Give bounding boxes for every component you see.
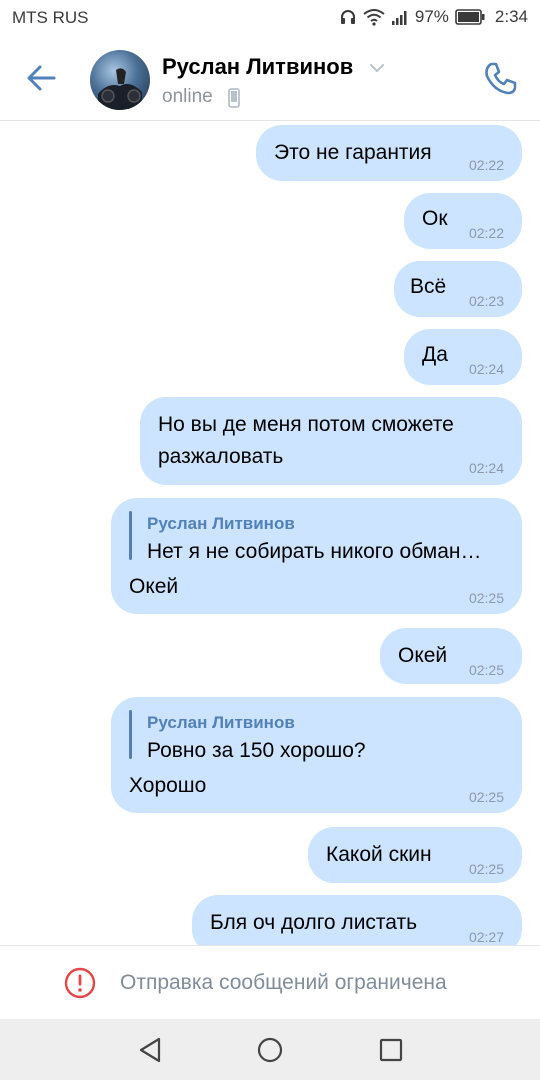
- contact-status: online: [162, 86, 213, 107]
- reply-quote-text: Нет я не собирать никого обман…: [147, 540, 482, 563]
- contact-name[interactable]: Руслан Литвинов: [162, 54, 353, 80]
- message-bubble[interactable]: Да 02:24: [404, 329, 522, 385]
- wifi-icon: [363, 9, 385, 26]
- call-button[interactable]: [480, 58, 520, 98]
- nav-recents-icon: [379, 1038, 403, 1062]
- battery-percent: 97%: [414, 7, 449, 26]
- message-bubble[interactable]: Но вы де меня потом сможете разжаловать …: [140, 397, 522, 485]
- message-text: Это не гарантия: [274, 141, 432, 164]
- nav-back-button[interactable]: [136, 1035, 166, 1065]
- reply-message-bubble[interactable]: Руслан Литвинов Нет я не собирать никого…: [111, 498, 522, 614]
- headset-icon: [340, 10, 355, 24]
- status-bar: MTS RUS 97% 2:34: [0, 0, 540, 36]
- back-button[interactable]: [22, 58, 62, 98]
- message-text-line-2: разжаловать: [158, 445, 284, 468]
- messaging-restricted-bar: Отправка сообщений ограничена: [0, 945, 540, 1020]
- signal-icon: [391, 11, 407, 25]
- reply-author: Руслан Литвинов: [147, 514, 295, 533]
- clock: 2:34: [494, 7, 528, 26]
- message-time: 02:22: [468, 225, 504, 241]
- message-text: Хорошо: [129, 774, 207, 797]
- message-text: Бля оч долго листать: [210, 911, 418, 934]
- message-bubble[interactable]: Это не гарантия 02:22: [256, 125, 522, 181]
- nav-recents-button[interactable]: [376, 1035, 406, 1065]
- message-time: 02:25: [468, 662, 504, 678]
- message-text: Окей: [129, 575, 179, 598]
- message-text: Ок: [422, 207, 448, 230]
- reply-quote-line: [129, 511, 132, 560]
- status-icons: 97% 2:34: [339, 7, 528, 27]
- message-text: Всё: [410, 275, 447, 298]
- message-time: 02:27: [468, 929, 504, 945]
- chevron-down-icon[interactable]: [368, 62, 386, 74]
- message-time: 02:24: [468, 361, 504, 377]
- message-bubble[interactable]: Всё 02:23: [394, 261, 522, 317]
- message-list[interactable]: Это не гарантия 02:22 Ок 02:22 Всё 02:23…: [0, 121, 540, 945]
- reply-author: Руслан Литвинов: [147, 713, 295, 732]
- message-bubble[interactable]: Окей 02:25: [380, 628, 522, 684]
- nav-home-button[interactable]: [255, 1035, 285, 1065]
- alert-circle-icon: [64, 967, 96, 999]
- battery-icon: [455, 9, 485, 25]
- phone-icon: [485, 62, 517, 95]
- message-text-line-1: Но вы де меня потом сможете: [158, 413, 454, 436]
- message-time: 02:24: [468, 460, 504, 476]
- message-time: 02:25: [468, 590, 504, 606]
- chat-header: Руслан Литвинов online: [0, 36, 540, 121]
- message-text: Какой скин: [326, 843, 432, 866]
- carrier-name: MTS RUS: [12, 8, 89, 27]
- avatar[interactable]: [90, 50, 150, 110]
- avatar-image: [98, 68, 142, 110]
- message-time: 02:22: [468, 157, 504, 173]
- message-bubble[interactable]: Ок 02:22: [404, 193, 522, 249]
- reply-quote-text: Ровно за 150 хорошо?: [147, 739, 366, 762]
- mobile-icon: [228, 88, 240, 108]
- system-nav-bar: [0, 1019, 540, 1080]
- message-text: Да: [422, 343, 448, 366]
- message-time: 02:25: [468, 861, 504, 877]
- reply-quote-line: [129, 710, 132, 759]
- message-time: 02:23: [468, 293, 504, 309]
- nav-home-icon: [257, 1037, 283, 1063]
- nav-back-icon: [139, 1037, 161, 1063]
- restriction-text: Отправка сообщений ограничена: [120, 971, 447, 994]
- back-arrow-icon: [27, 65, 56, 91]
- message-bubble[interactable]: Какой скин 02:25: [308, 827, 522, 883]
- message-time: 02:25: [468, 789, 504, 805]
- reply-message-bubble[interactable]: Руслан Литвинов Ровно за 150 хорошо? Хор…: [111, 697, 522, 813]
- message-bubble[interactable]: Бля оч долго листать 02:27: [192, 895, 522, 945]
- message-text: Окей: [398, 644, 448, 667]
